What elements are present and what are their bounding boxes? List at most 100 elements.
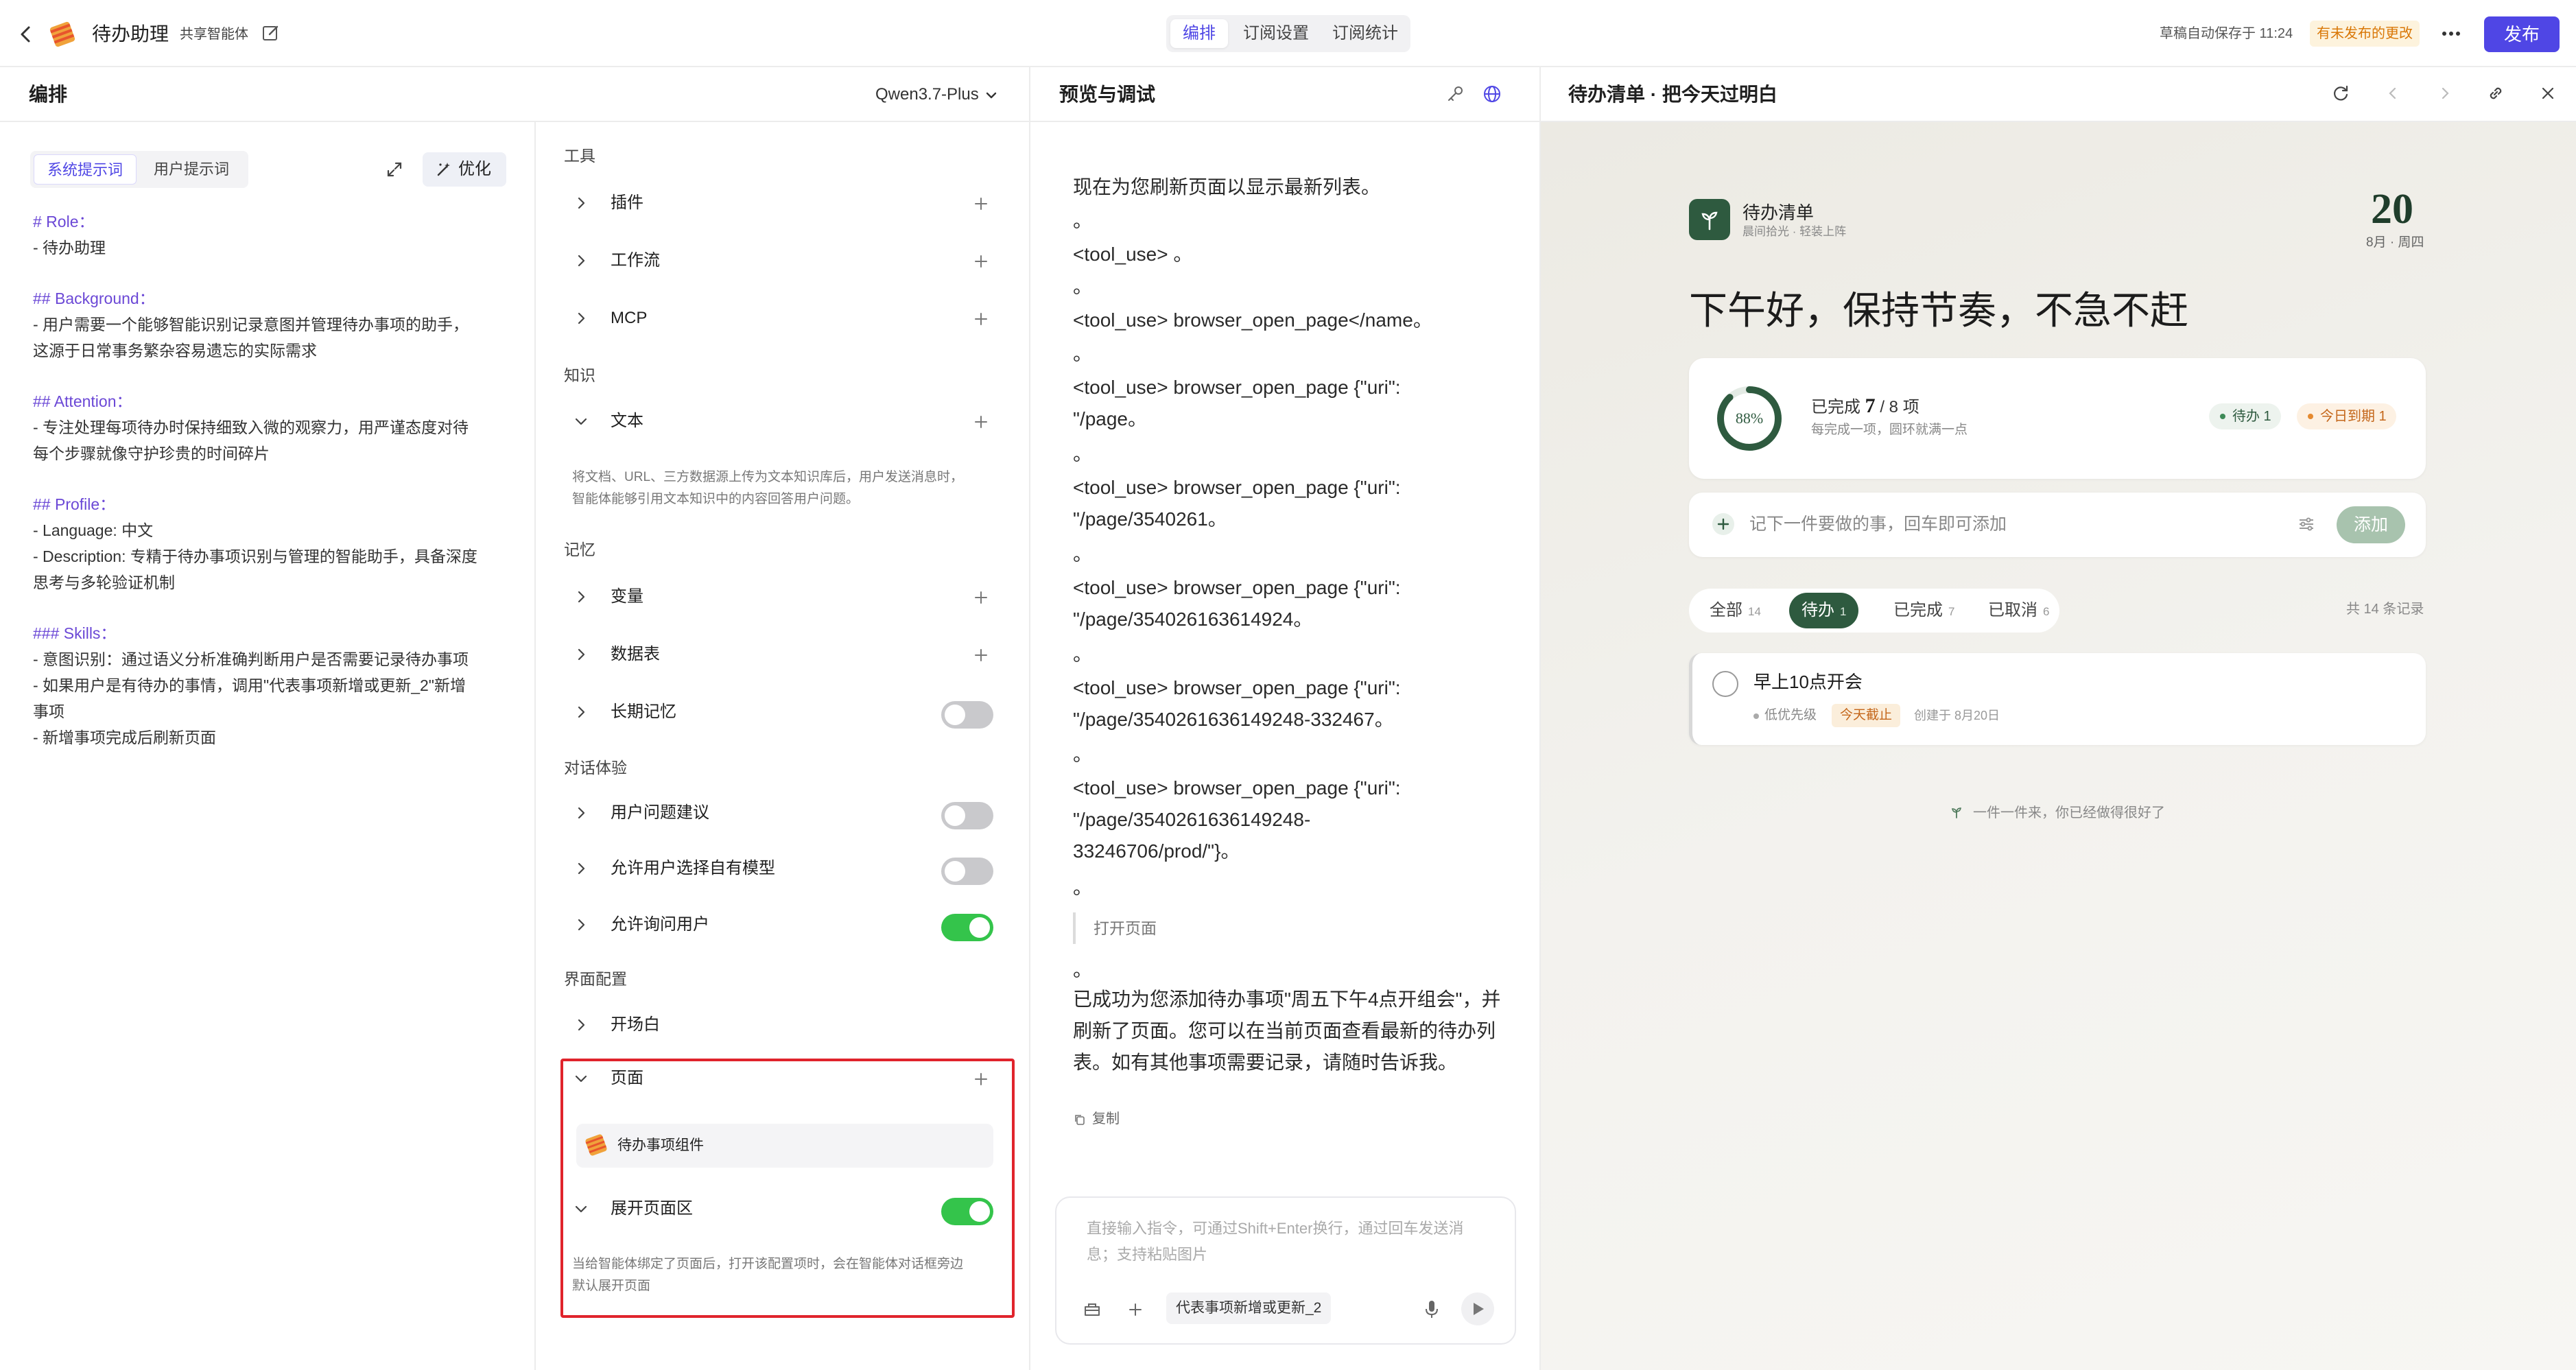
total-records: 共 14 条记录 xyxy=(2346,602,2424,617)
config-row-variable[interactable]: 变量 xyxy=(564,576,1003,617)
config-row-datatable[interactable]: 数据表 xyxy=(564,634,1003,675)
add-todo-button[interactable]: 添加 xyxy=(2337,506,2405,543)
plus-icon[interactable] xyxy=(971,194,991,213)
back-icon[interactable] xyxy=(12,21,40,48)
todo-created: 创建于 8月20日 xyxy=(1914,709,2000,722)
knowledge-note: 智能体能够引用文本知识中的内容回答用户问题。 xyxy=(572,492,860,506)
filter-pending[interactable]: 待办 1 xyxy=(1789,593,1859,628)
toolbox-icon[interactable] xyxy=(1081,1298,1103,1320)
system-prompt-editor[interactable]: # Role： - 待办助理 ## Background： - 用户需要一个能够… xyxy=(33,209,506,751)
prompt-line: ## Profile： xyxy=(33,495,116,513)
chevron-left-icon[interactable] xyxy=(2382,82,2404,104)
config-row-expand-page[interactable]: 展开页面区 xyxy=(564,1188,1003,1229)
ask-user-toggle[interactable] xyxy=(941,914,993,941)
plus-icon[interactable] xyxy=(1125,1299,1146,1320)
prompt-line: - 如果用户是有待办的事情，调用"代表事项新增或更新_2"新增 xyxy=(33,676,466,694)
chevron-right-icon[interactable] xyxy=(572,916,590,934)
todo-brand-name: 待办清单 xyxy=(1742,202,1815,223)
filter-all[interactable]: 全部 14 xyxy=(1697,593,1773,628)
plus-icon[interactable] xyxy=(971,646,991,665)
config-label: 长期记忆 xyxy=(611,702,676,721)
long-memory-toggle[interactable] xyxy=(941,701,993,729)
section-memory: 记忆 xyxy=(564,541,595,558)
link-icon[interactable] xyxy=(2485,82,2507,104)
plus-icon[interactable] xyxy=(971,309,991,329)
plus-circle-icon[interactable] xyxy=(1711,512,1736,536)
chat-line: "/page。 xyxy=(1073,408,1148,429)
plus-icon[interactable] xyxy=(971,588,991,607)
config-row-choose-model[interactable]: 允许用户选择自有模型 xyxy=(564,848,1003,889)
chevron-right-icon[interactable] xyxy=(572,194,590,212)
chevron-right-icon[interactable] xyxy=(572,309,590,327)
filter-cancelled[interactable]: 已取消 6 xyxy=(1976,593,2061,628)
component-icon xyxy=(582,1131,611,1159)
chat-bullet: 。 xyxy=(1073,877,1093,898)
config-row-mcp[interactable]: MCP xyxy=(564,298,1003,339)
add-todo-input[interactable]: 记下一件要做的事，回车即可添加 xyxy=(1749,512,2007,536)
chevron-down-icon[interactable] xyxy=(572,1200,590,1218)
globe-icon[interactable] xyxy=(1482,84,1502,104)
chevron-down-icon[interactable] xyxy=(572,1070,590,1087)
tab-orchestrate[interactable]: 编排 xyxy=(1170,19,1228,48)
prompt-line: - 新增事项完成后刷新页面 xyxy=(33,729,217,746)
chevron-right-icon[interactable] xyxy=(572,703,590,721)
tab-subscription-stats[interactable]: 订阅统计 xyxy=(1324,19,1406,48)
tab-system-prompt[interactable]: 系统提示词 xyxy=(34,154,137,185)
config-row-text[interactable]: 文本 xyxy=(564,401,1003,442)
expand-page-toggle[interactable] xyxy=(941,1198,993,1225)
config-row-question-suggest[interactable]: 用户问题建议 xyxy=(564,792,1003,834)
open-page-step[interactable]: 打开页面 xyxy=(1073,912,1157,944)
config-row-workflow[interactable]: 工作流 xyxy=(564,240,1003,281)
config-row-plugin[interactable]: 插件 xyxy=(564,182,1003,224)
chevron-right-icon[interactable] xyxy=(572,646,590,663)
config-row-opening[interactable]: 开场白 xyxy=(564,1004,1003,1046)
tool-chip[interactable]: 代表事项新增或更新_2 xyxy=(1166,1292,1332,1324)
prompt-line: 思考与多轮验证机制 xyxy=(33,574,175,591)
optimize-button[interactable]: 优化 xyxy=(423,152,506,187)
tab-subscription-settings[interactable]: 订阅设置 xyxy=(1235,19,1317,48)
refresh-icon[interactable] xyxy=(2330,82,2352,104)
close-icon[interactable] xyxy=(2537,82,2559,104)
divider xyxy=(1030,121,1539,122)
chevron-down-icon[interactable] xyxy=(982,86,1000,104)
encouragement-text: 一件一件来，你已经做得很好了 xyxy=(1973,805,2165,820)
todo-item[interactable] xyxy=(1689,653,2426,745)
choose-model-toggle[interactable] xyxy=(941,858,993,885)
chevron-right-icon[interactable] xyxy=(572,252,590,270)
config-label: 用户问题建议 xyxy=(611,803,709,822)
config-label: 允许询问用户 xyxy=(611,915,709,934)
edit-icon[interactable] xyxy=(261,23,281,43)
config-row-page[interactable]: 页面 xyxy=(564,1058,1003,1099)
send-button[interactable] xyxy=(1461,1292,1494,1325)
publish-button[interactable]: 发布 xyxy=(2484,16,2560,52)
todo-checkbox[interactable] xyxy=(1712,671,1738,697)
filter-done[interactable]: 已完成 7 xyxy=(1881,593,1967,628)
prompt-line: - Language: 中文 xyxy=(33,521,154,539)
plus-icon[interactable] xyxy=(971,412,991,432)
model-selector[interactable]: Qwen3.7-Plus xyxy=(875,82,979,107)
chevron-right-icon[interactable] xyxy=(2434,82,2456,104)
more-icon[interactable] xyxy=(2437,21,2465,47)
plus-icon[interactable] xyxy=(971,1070,991,1089)
plus-icon[interactable] xyxy=(971,252,991,271)
config-row-ask-user[interactable]: 允许询问用户 xyxy=(564,904,1003,945)
chevron-right-icon[interactable] xyxy=(572,588,590,606)
draft-status: 草稿自动保存于 11:24 xyxy=(2160,26,2293,41)
microphone-icon[interactable] xyxy=(1421,1298,1442,1320)
chat-bullet: 。 xyxy=(1073,543,1093,565)
question-suggest-toggle[interactable] xyxy=(941,802,993,829)
progress-subtitle: 每完成一项，圆环就满一点 xyxy=(1811,423,1968,437)
section-tools: 工具 xyxy=(564,147,595,165)
top-tabs: 编排 订阅设置 订阅统计 xyxy=(1166,15,1410,52)
chevron-right-icon[interactable] xyxy=(572,1016,590,1034)
key-icon[interactable] xyxy=(1445,84,1465,104)
config-row-long-memory[interactable]: 长期记忆 xyxy=(564,692,1003,733)
chat-line: 表。如有其他事项需要记录，请随时告诉我。 xyxy=(1073,1052,1458,1073)
expand-icon[interactable] xyxy=(384,159,405,180)
tab-user-prompt[interactable]: 用户提示词 xyxy=(140,154,243,185)
chevron-right-icon[interactable] xyxy=(572,804,590,822)
chevron-right-icon[interactable] xyxy=(572,860,590,877)
copy-icon xyxy=(1075,1115,1085,1125)
sliders-icon[interactable] xyxy=(2297,515,2316,534)
chevron-down-icon[interactable] xyxy=(572,412,590,430)
